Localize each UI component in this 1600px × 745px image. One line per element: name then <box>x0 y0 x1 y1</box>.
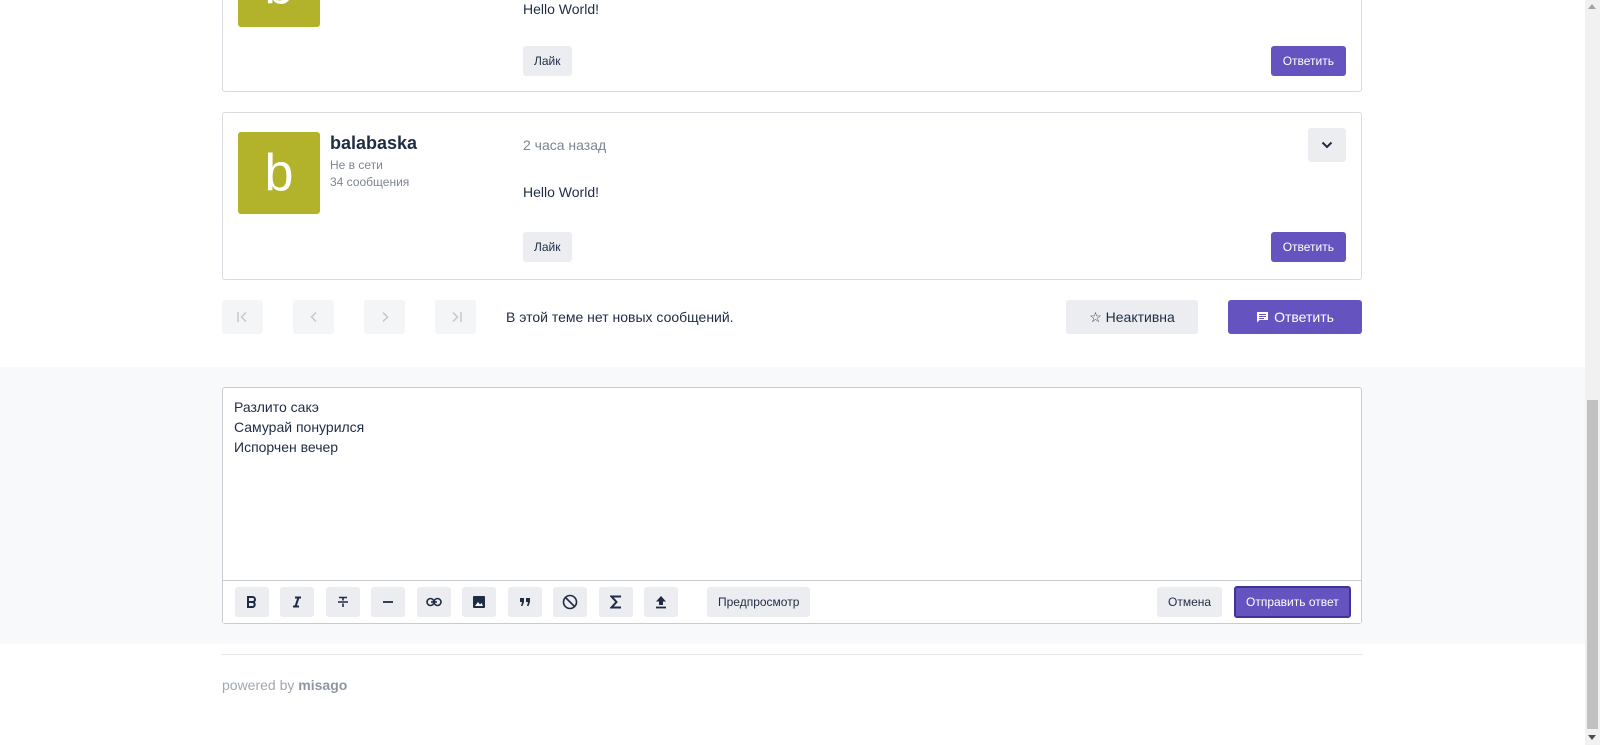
link-button[interactable] <box>417 587 451 617</box>
avatar[interactable]: b <box>238 132 320 214</box>
post-body: Hello World! <box>523 1 599 17</box>
reply-textarea[interactable]: Разлито сакэ Самурай понурился Испорчен … <box>234 397 364 457</box>
strikethrough-button[interactable] <box>326 587 360 617</box>
chevron-right-icon <box>381 311 389 323</box>
bold-icon <box>246 596 258 608</box>
post-card: b balabaska Не в сети 34 сообщения 2 час… <box>222 112 1362 280</box>
scrollbar-thumb[interactable] <box>1587 400 1598 729</box>
spoiler-button[interactable] <box>553 587 587 617</box>
post-card: b Hello World! Лайк Ответить <box>222 0 1362 92</box>
editor-toolbar: Предпросмотр Отмена Отправить ответ <box>223 580 1361 623</box>
first-page-button[interactable] <box>222 300 263 334</box>
misago-link[interactable]: misago <box>298 677 347 693</box>
math-button[interactable] <box>599 587 633 617</box>
post-options-button[interactable] <box>1308 128 1346 162</box>
no-new-posts-text: В этой теме нет новых сообщений. <box>506 309 734 325</box>
post-timestamp[interactable]: 2 часа назад <box>523 137 606 153</box>
reply-button[interactable]: Ответить <box>1270 232 1346 262</box>
reply-button[interactable]: Ответить <box>1270 46 1346 76</box>
reply-thread-label: Ответить <box>1274 309 1334 325</box>
scroll-up-arrow-icon[interactable] <box>1588 4 1596 9</box>
upload-icon <box>654 595 668 609</box>
cancel-button[interactable]: Отмена <box>1157 587 1223 617</box>
scroll-down-arrow-icon[interactable] <box>1588 735 1596 740</box>
bold-button[interactable] <box>235 587 269 617</box>
avatar[interactable]: b <box>238 0 320 27</box>
italic-icon <box>291 596 303 608</box>
like-button[interactable]: Лайк <box>523 232 572 262</box>
footer-divider <box>222 654 1362 655</box>
image-icon <box>472 595 486 609</box>
editor-line: Испорчен вечер <box>234 439 339 455</box>
vertical-scrollbar[interactable] <box>1585 0 1600 745</box>
last-page-icon <box>449 311 463 323</box>
first-page-icon <box>236 311 250 323</box>
chevron-left-icon <box>309 311 318 323</box>
chevron-down-icon <box>1321 141 1333 149</box>
previous-page-button[interactable] <box>293 300 334 334</box>
page: b Hello World! Лайк Ответить b balabaska… <box>0 0 1585 745</box>
upload-button[interactable] <box>644 587 678 617</box>
preview-button[interactable]: Предпросмотр <box>707 587 811 617</box>
reply-thread-button[interactable]: Ответить <box>1228 300 1362 334</box>
strikethrough-icon <box>337 596 349 608</box>
quote-button[interactable] <box>508 587 542 617</box>
math-icon <box>610 595 622 609</box>
next-page-button[interactable] <box>364 300 405 334</box>
post-body: Hello World! <box>523 184 599 200</box>
link-icon <box>426 597 442 607</box>
username-link[interactable]: balabaska <box>330 133 417 154</box>
powered-by-text: powered by <box>222 677 295 693</box>
spoiler-icon <box>562 594 578 610</box>
user-post-count: 34 сообщения <box>330 175 410 189</box>
horizontal-rule-button[interactable] <box>371 587 405 617</box>
italic-button[interactable] <box>280 587 314 617</box>
comment-icon <box>1256 311 1269 324</box>
thread-toolbar: В этой теме нет новых сообщений. ☆ Неакт… <box>222 300 1362 334</box>
image-button[interactable] <box>462 587 496 617</box>
quote-icon <box>519 597 531 607</box>
last-page-button[interactable] <box>435 300 476 334</box>
submit-reply-button[interactable]: Отправить ответ <box>1234 586 1351 618</box>
editor-line: Самурай понурился <box>234 419 365 435</box>
like-button[interactable]: Лайк <box>523 46 572 76</box>
powered-by: powered by misago <box>222 677 347 693</box>
horizontal-rule-icon <box>382 596 394 608</box>
editor-line: Разлито сакэ <box>234 399 319 415</box>
subscribe-button[interactable]: ☆ Неактивна <box>1066 300 1198 334</box>
user-status: Не в сети <box>330 158 383 172</box>
reply-composer: Разлито сакэ Самурай понурился Испорчен … <box>222 387 1362 624</box>
